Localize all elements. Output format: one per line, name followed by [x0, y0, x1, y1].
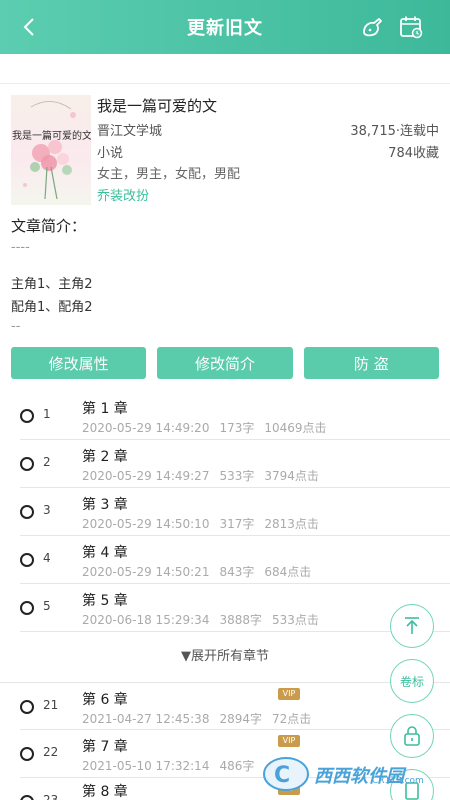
book-site: 晋江文学城 [97, 124, 163, 139]
chapter-name: 第 7 章 [82, 739, 128, 755]
watermark: C 西西软件园 CR173.com [260, 752, 444, 794]
intro-line: 配角1、配角2 [11, 300, 93, 315]
watermark-sub: CR173.com [372, 776, 424, 786]
book-category: 小说 [97, 146, 124, 161]
chapter-name: 第 6 章 [82, 692, 128, 708]
chapter-radio[interactable] [20, 505, 34, 519]
chapter-row[interactable]: 3 第 3 章 2020-05-29 14:50:10 317字 2813点击 [0, 488, 450, 536]
paint-icon[interactable] [360, 14, 386, 40]
chapter-row[interactable]: 5 第 5 章 2020-06-18 15:29:34 3888字 533点击 [0, 584, 450, 632]
book-cover[interactable]: 我是一篇可爱的文 [11, 95, 91, 205]
chapter-radio[interactable] [20, 553, 34, 567]
chapter-meta: 2020-05-29 14:50:21 843字 684点击 [82, 565, 312, 579]
expand-all-chapters[interactable]: ▼展开所有章节 [0, 645, 450, 664]
chapter-number: 4 [43, 551, 51, 565]
chapter-name: 第 3 章 [82, 497, 128, 513]
cover-title: 我是一篇可爱的文 [12, 131, 91, 142]
book-tags: 女主，男主，女配，男配 [97, 167, 241, 182]
chapter-name: 第 2 章 [82, 449, 128, 465]
chapter-row[interactable]: 2 第 2 章 2020-05-29 14:49:27 533字 3794点击 [0, 440, 450, 488]
book-title: 我是一篇可爱的文 [97, 97, 218, 115]
page-title: 更新旧文 [187, 18, 263, 39]
chapter-number: 22 [43, 745, 59, 759]
top-bar: 更新旧文 [0, 0, 450, 54]
action-buttons: 修改属性 修改简介 防 盗 [11, 347, 439, 379]
chapter-number: 23 [43, 793, 59, 800]
lock-icon [404, 726, 420, 746]
chapter-meta: 2020-05-29 14:49:20 173字 10469点击 [82, 421, 327, 435]
chapter-number: 3 [43, 503, 51, 517]
calendar-icon[interactable] [398, 14, 424, 40]
chapter-meta: 2021-05-10 17:32:14 486字 [82, 759, 255, 773]
chapter-radio[interactable] [20, 601, 34, 615]
chapter-number: 21 [43, 698, 59, 712]
intro-line: ---- [11, 240, 30, 255]
chapter-name: 第 4 章 [82, 545, 128, 561]
chevron-left-icon[interactable] [16, 12, 44, 42]
flower-illustration [23, 101, 76, 200]
chapter-meta: 2020-06-18 15:29:34 3888字 533点击 [82, 613, 319, 627]
svg-text:C: C [274, 763, 290, 788]
vip-badge: VIP [278, 688, 300, 700]
chapter-number: 5 [43, 599, 51, 613]
book-favorites: 784收藏 [388, 146, 439, 161]
chapter-number: 2 [43, 455, 51, 469]
chapter-radio[interactable] [20, 747, 34, 761]
divider [0, 83, 450, 84]
chapter-name: 第 8 章 [82, 784, 128, 800]
chapter-radio[interactable] [20, 457, 34, 471]
edit-intro-button[interactable]: 修改简介 [157, 347, 293, 379]
chapter-row[interactable]: 1 第 1 章 2020-05-29 14:49:20 173字 10469点击 [0, 392, 450, 440]
intro-line: 主角1、主角2 [11, 277, 93, 292]
edit-attributes-button[interactable]: 修改属性 [11, 347, 147, 379]
chapter-name: 第 5 章 [82, 593, 128, 609]
chapter-row[interactable]: 21 第 6 章 VIP 2021-04-27 12:45:38 2894字 72点… [0, 682, 450, 730]
chapter-meta: 2020-05-29 14:49:27 533字 3794点击 [82, 469, 319, 483]
chapter-radio[interactable] [20, 700, 34, 714]
vip-badge: VIP [278, 735, 300, 747]
scroll-top-button[interactable] [390, 604, 434, 648]
chapter-name: 第 1 章 [82, 401, 128, 417]
divider [20, 631, 450, 632]
arrow-up-icon [405, 617, 419, 634]
anti-theft-button[interactable]: 防 盗 [303, 347, 439, 379]
chapter-row[interactable]: 4 第 4 章 2020-05-29 14:50:21 843字 684点击 [0, 536, 450, 584]
chapter-number: 1 [43, 407, 51, 421]
bookmark-button[interactable]: 卷标 [390, 659, 434, 703]
chapter-meta: 2020-05-29 14:50:10 317字 2813点击 [82, 517, 319, 531]
watermark-logo-icon: C [263, 757, 309, 791]
chapter-radio[interactable] [20, 409, 34, 423]
book-author[interactable]: 乔装改扮 [97, 185, 149, 204]
chapter-radio[interactable] [20, 795, 34, 800]
intro-line: -- [11, 319, 21, 334]
chapter-meta: 2021-04-27 12:45:38 2894字 72点击 [82, 712, 312, 726]
intro-label: 文章简介： [11, 217, 87, 235]
book-stats: 38,715·连载中 [350, 124, 439, 139]
